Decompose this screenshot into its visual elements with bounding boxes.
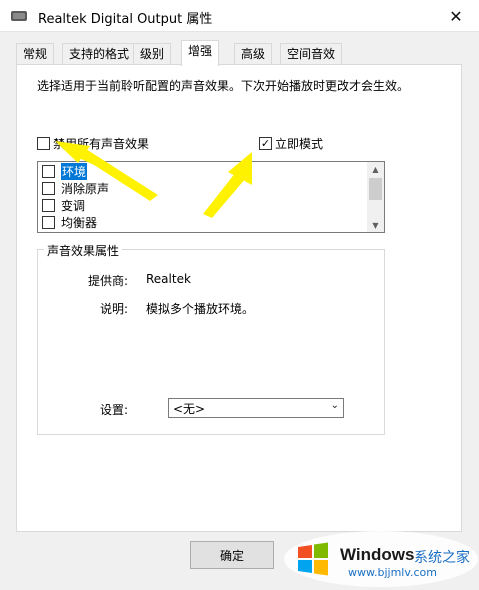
enhancements-description: 选择适用于当前聆听配置的声音效果。下次开始播放时更改才会生效。 <box>37 79 410 93</box>
tab-levels[interactable]: 级别 <box>133 43 172 65</box>
settings-label: 设置: <box>99 403 128 417</box>
checkbox-box[interactable] <box>37 137 50 150</box>
checkbox-box[interactable] <box>42 198 55 212</box>
immediate-mode-label: 立即模式 <box>275 137 324 151</box>
list-item[interactable]: 环境 <box>42 162 88 180</box>
disable-all-effects-checkbox[interactable]: 禁用所有声音效果 <box>37 135 149 152</box>
effects-list[interactable]: 环境 消除原声 变调 均衡器 ▲ ▼ <box>37 161 385 233</box>
scroll-up-icon[interactable]: ▲ <box>367 162 384 176</box>
watermark: Windows 系统之家 www.bjjmlv.com <box>284 531 478 587</box>
tab-spatial-sound[interactable]: 空间音效 <box>280 43 343 65</box>
list-scrollbar[interactable]: ▲ ▼ <box>367 162 384 232</box>
checkbox-box[interactable] <box>42 181 55 195</box>
checkbox-box-checked[interactable]: ✓ <box>259 137 272 150</box>
tab-supported-formats[interactable]: 支持的格式 <box>62 43 137 65</box>
description-label: 说明: <box>99 302 128 316</box>
checkbox-box[interactable] <box>42 215 55 229</box>
settings-dropdown[interactable]: <无> ⌄ <box>168 398 344 418</box>
title-bar: Realtek Digital Output 属性 ✕ <box>0 0 479 32</box>
speaker-icon <box>10 9 28 23</box>
effect-label: 消除原声 <box>61 181 110 196</box>
checkbox-box[interactable] <box>42 164 55 178</box>
description-value: 模拟多个播放环境。 <box>146 302 255 316</box>
enhancements-panel: 选择适用于当前聆听配置的声音效果。下次开始播放时更改才会生效。 禁用所有声音效果… <box>16 64 462 532</box>
tab-general[interactable]: 常规 <box>16 43 55 65</box>
list-item[interactable]: 均衡器 <box>42 214 97 230</box>
effect-label: 均衡器 <box>61 215 98 230</box>
watermark-url: www.bjjmlv.com <box>348 566 437 579</box>
group-title: 声音效果属性 <box>44 242 123 259</box>
tab-enhancements[interactable]: 增强 <box>181 40 220 66</box>
immediate-mode-checkbox[interactable]: ✓ 立即模式 <box>259 135 323 152</box>
scroll-down-icon[interactable]: ▼ <box>367 218 384 232</box>
effect-properties-group: 声音效果属性 提供商: Realtek 说明: 模拟多个播放环境。 设置: <无… <box>37 242 385 435</box>
settings-selected-value: <无> <box>173 402 206 416</box>
list-item[interactable]: 变调 <box>42 197 85 213</box>
effect-label: 环境 <box>61 162 88 180</box>
effect-label: 变调 <box>61 198 86 213</box>
window-title: Realtek Digital Output 属性 <box>38 12 213 27</box>
list-item[interactable]: 消除原声 <box>42 180 109 196</box>
disable-all-effects-label: 禁用所有声音效果 <box>53 137 150 151</box>
scrollbar-thumb[interactable] <box>369 178 382 200</box>
provider-value: Realtek <box>146 272 191 286</box>
watermark-brand: Windows <box>340 545 415 564</box>
chevron-down-icon[interactable]: ⌄ <box>331 400 339 411</box>
provider-label: 提供商: <box>87 274 128 288</box>
tab-advanced[interactable]: 高级 <box>234 43 273 65</box>
close-button[interactable]: ✕ <box>443 4 469 28</box>
ok-button[interactable]: 确定 <box>190 541 274 569</box>
watermark-suffix: 系统之家 <box>414 550 470 566</box>
